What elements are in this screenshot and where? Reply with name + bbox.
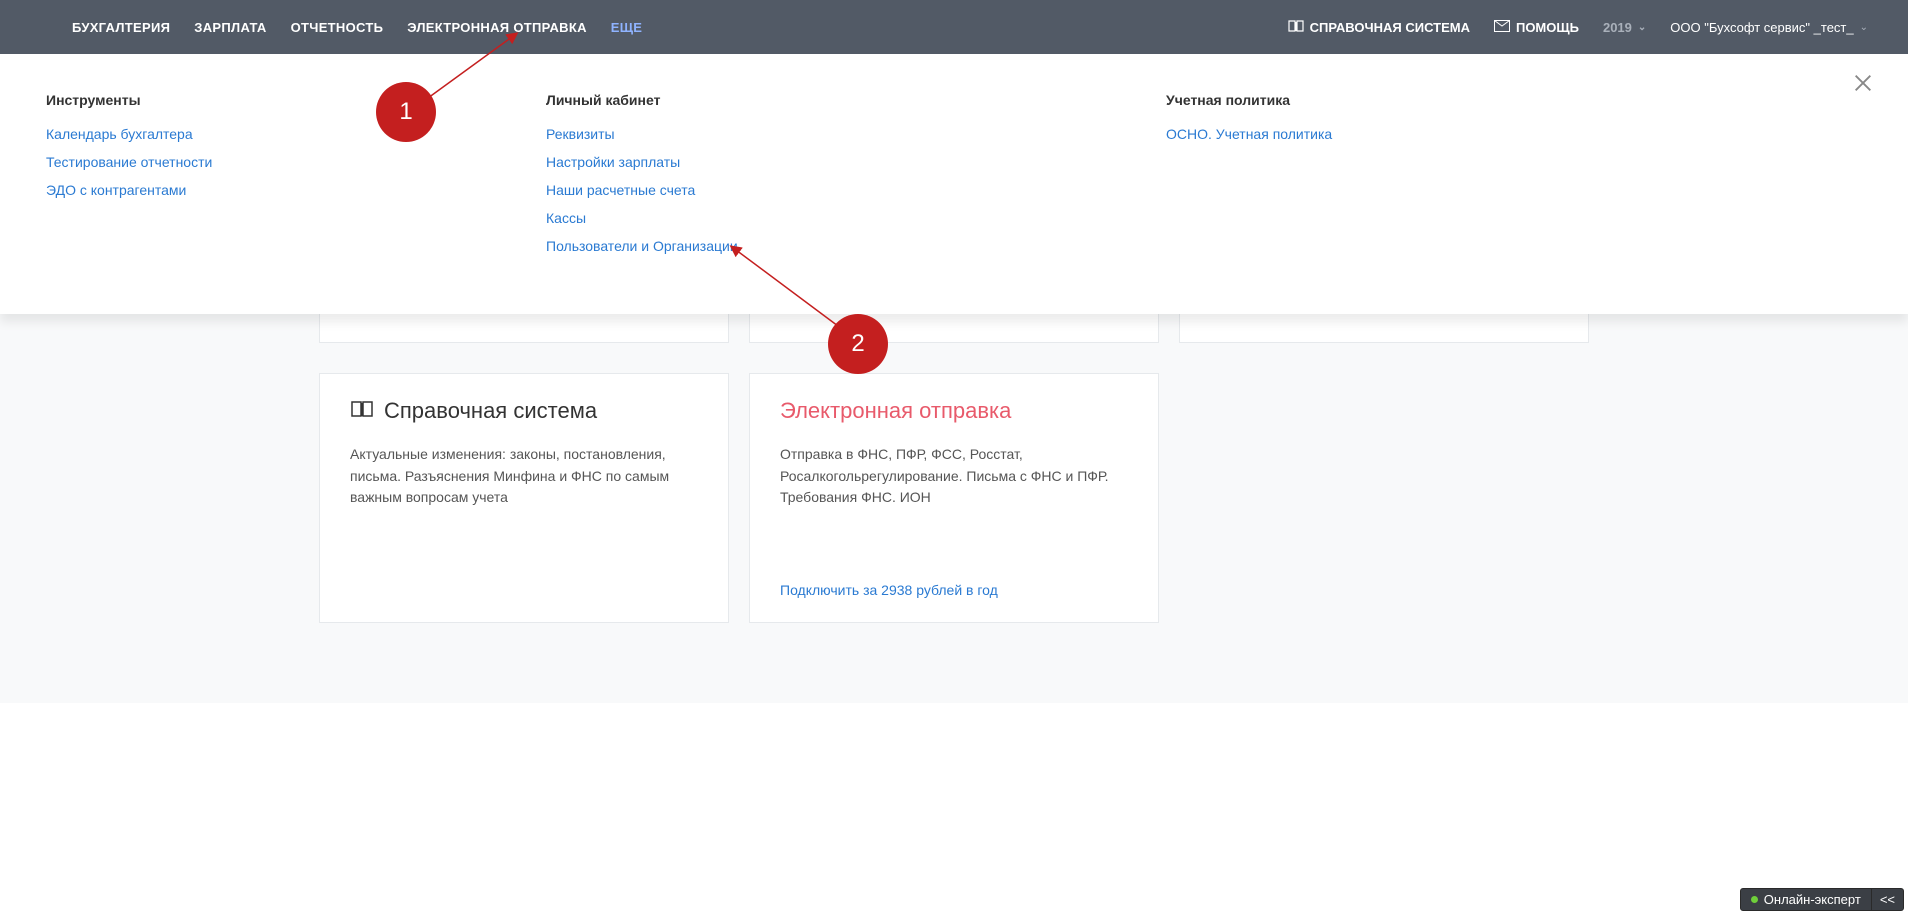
topnav-left: БУХГАЛТЕРИЯ ЗАРПЛАТА ОТЧЕТНОСТЬ ЭЛЕКТРОН… bbox=[72, 20, 642, 35]
online-expert-collapse[interactable]: << bbox=[1872, 888, 1904, 911]
online-expert-main[interactable]: Онлайн-эксперт bbox=[1740, 888, 1872, 911]
topnav: БУХГАЛТЕРИЯ ЗАРПЛАТА ОТЧЕТНОСТЬ ЭЛЕКТРОН… bbox=[0, 0, 1908, 54]
card-e-sending[interactable]: Электронная отправка Отправка в ФНС, ПФР… bbox=[749, 373, 1159, 623]
link-test-reports[interactable]: Тестирование отчетности bbox=[46, 154, 346, 170]
card-title: Справочная система bbox=[350, 398, 698, 424]
link-salary-settings[interactable]: Настройки зарплаты bbox=[546, 154, 846, 170]
collapse-icon: << bbox=[1880, 892, 1895, 907]
topnav-right: СПРАВОЧНАЯ СИСТЕМА ПОМОЩЬ 2019 ⌄ ООО "Бу… bbox=[1288, 19, 1868, 35]
mega-col-account: Личный кабинет Реквизиты Настройки зарпл… bbox=[546, 92, 846, 266]
card-stub bbox=[1179, 310, 1589, 343]
link-bank-accounts[interactable]: Наши расчетные счета bbox=[546, 182, 846, 198]
nav-salary[interactable]: ЗАРПЛАТА bbox=[194, 20, 266, 35]
card-desc: Актуальные изменения: законы, постановле… bbox=[350, 444, 698, 598]
nav-more[interactable]: ЕЩЕ bbox=[611, 20, 643, 35]
chevron-down-icon: ⌄ bbox=[1638, 22, 1646, 33]
link-cash-desks[interactable]: Кассы bbox=[546, 210, 846, 226]
mega-title-policy: Учетная политика bbox=[1166, 92, 1466, 108]
link-users-orgs[interactable]: Пользователи и Организации bbox=[546, 238, 846, 254]
mega-title-account: Личный кабинет bbox=[546, 92, 846, 108]
nav-year-select[interactable]: 2019 ⌄ bbox=[1603, 20, 1646, 35]
link-requisites[interactable]: Реквизиты bbox=[546, 126, 846, 142]
annotation-1-label: 1 bbox=[399, 98, 412, 126]
annotation-badge-1: 1 bbox=[376, 82, 436, 142]
annotation-2-label: 2 bbox=[851, 330, 864, 358]
chevron-down-icon: ⌄ bbox=[1860, 22, 1868, 33]
close-button[interactable] bbox=[1852, 72, 1874, 97]
nav-reference-system[interactable]: СПРАВОЧНАЯ СИСТЕМА bbox=[1288, 19, 1470, 35]
link-osno-policy[interactable]: ОСНО. Учетная политика bbox=[1166, 126, 1466, 142]
nav-org-label: ООО "Бухсофт сервис" _тест_ bbox=[1670, 20, 1853, 35]
card-title-text: Электронная отправка bbox=[780, 398, 1011, 424]
card-desc: Отправка в ФНС, ПФР, ФСС, Росстат, Росал… bbox=[780, 444, 1128, 562]
nav-help-label: ПОМОЩЬ bbox=[1516, 20, 1579, 35]
status-dot-icon bbox=[1751, 896, 1758, 903]
nav-year-label: 2019 bbox=[1603, 20, 1632, 35]
card-stub bbox=[319, 310, 729, 343]
nav-reference-label: СПРАВОЧНАЯ СИСТЕМА bbox=[1310, 20, 1470, 35]
card-empty-slot bbox=[1179, 373, 1589, 623]
nav-help[interactable]: ПОМОЩЬ bbox=[1494, 19, 1579, 35]
mega-col-tools: Инструменты Календарь бухгалтера Тестиро… bbox=[46, 92, 346, 266]
content-area: Справочная система Актуальные изменения:… bbox=[0, 314, 1908, 703]
nav-org-select[interactable]: ООО "Бухсофт сервис" _тест_ ⌄ bbox=[1670, 20, 1868, 35]
nav-accounting[interactable]: БУХГАЛТЕРИЯ bbox=[72, 20, 170, 35]
card-stub bbox=[749, 310, 1159, 343]
online-expert-label: Онлайн-эксперт bbox=[1764, 892, 1861, 907]
mega-menu: Инструменты Календарь бухгалтера Тестиро… bbox=[0, 54, 1908, 314]
card-title: Электронная отправка bbox=[780, 398, 1128, 424]
mega-title-tools: Инструменты bbox=[46, 92, 346, 108]
nav-reporting[interactable]: ОТЧЕТНОСТЬ bbox=[291, 20, 384, 35]
card-stub-row bbox=[319, 310, 1589, 373]
online-expert-widget[interactable]: Онлайн-эксперт << bbox=[1740, 888, 1904, 911]
card-action-subscribe[interactable]: Подключить за 2938 рублей в год bbox=[780, 582, 1128, 598]
card-title-text: Справочная система bbox=[384, 398, 597, 424]
envelope-icon bbox=[1494, 19, 1510, 35]
link-accountant-calendar[interactable]: Календарь бухгалтера bbox=[46, 126, 346, 142]
link-edo-counterparties[interactable]: ЭДО с контрагентами bbox=[46, 182, 346, 198]
card-reference-system[interactable]: Справочная система Актуальные изменения:… bbox=[319, 373, 729, 623]
book-icon bbox=[1288, 19, 1304, 35]
annotation-badge-2: 2 bbox=[828, 314, 888, 374]
nav-e-sending[interactable]: ЭЛЕКТРОННАЯ ОТПРАВКА bbox=[407, 20, 587, 35]
book-icon bbox=[350, 398, 374, 424]
mega-col-policy: Учетная политика ОСНО. Учетная политика bbox=[1166, 92, 1466, 266]
close-icon bbox=[1852, 72, 1874, 94]
